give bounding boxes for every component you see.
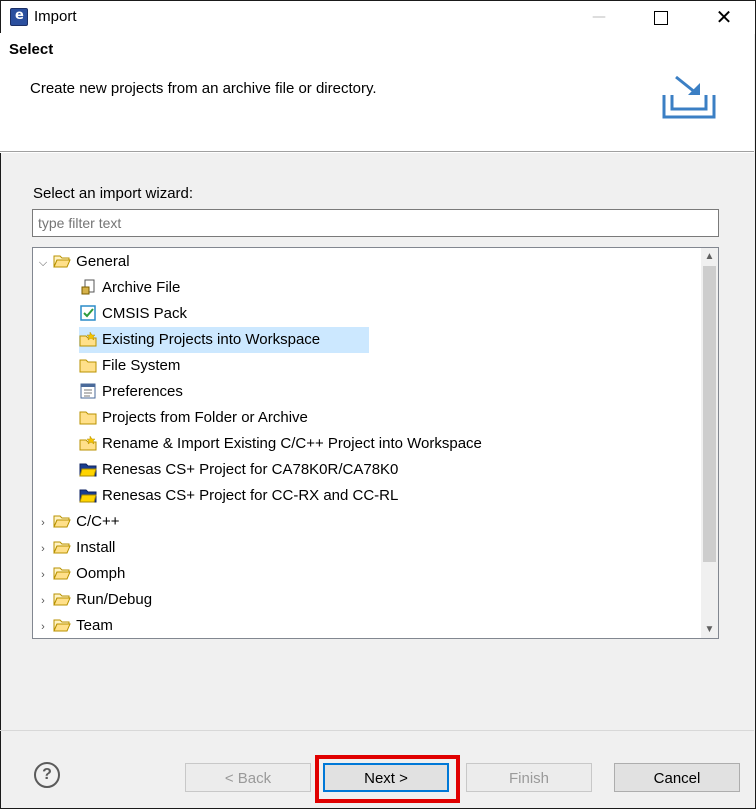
cancel-button[interactable]: Cancel bbox=[614, 763, 740, 792]
tree-item-label: Renesas CS+ Project for CC-RX and CC-RL bbox=[102, 487, 399, 504]
tree-item-archive-file[interactable]: Archive File bbox=[79, 275, 180, 301]
preferences-icon bbox=[80, 383, 96, 399]
tree-item-oomph[interactable]: › Oomph bbox=[37, 561, 125, 587]
chevron-right-icon[interactable]: › bbox=[37, 510, 49, 536]
tree-item-rename-import[interactable]: Rename & Import Existing C/C++ Project i… bbox=[79, 431, 482, 457]
tree-item-label: Run/Debug bbox=[76, 591, 153, 608]
chevron-right-icon[interactable]: › bbox=[37, 588, 49, 614]
maximize-button[interactable] bbox=[638, 1, 684, 34]
folder-icon bbox=[79, 411, 97, 425]
tree-item-renesas-ccrx[interactable]: Renesas CS+ Project for CC-RX and CC-RL bbox=[79, 483, 398, 509]
renesas-folder-icon bbox=[79, 463, 97, 477]
tree-item-label: Existing Projects into Workspace bbox=[102, 331, 321, 348]
chevron-down-icon[interactable]: ⌵ bbox=[37, 250, 49, 276]
open-folder-icon bbox=[53, 541, 71, 554]
scroll-down-icon[interactable]: ▼ bbox=[701, 621, 718, 638]
tree-item-label: Team bbox=[76, 617, 113, 634]
checkbox-checked-icon bbox=[80, 305, 96, 321]
tree-item-label: File System bbox=[102, 357, 181, 374]
chevron-right-icon[interactable]: › bbox=[37, 536, 49, 562]
tree-item-team[interactable]: › Team bbox=[37, 613, 113, 638]
tree-item-label: Install bbox=[76, 539, 116, 556]
tree-item-label: CMSIS Pack bbox=[102, 305, 188, 322]
open-folder-icon bbox=[53, 255, 71, 268]
folder-icon bbox=[79, 359, 97, 373]
tree-item-file-system[interactable]: File System bbox=[79, 353, 180, 379]
window-title: Import bbox=[34, 8, 77, 25]
eclipse-app-icon bbox=[10, 8, 28, 26]
open-folder-icon bbox=[53, 593, 71, 606]
wizard-label: Select an import wizard: bbox=[33, 185, 194, 202]
next-button-highlight bbox=[315, 755, 460, 803]
filter-input[interactable] bbox=[32, 209, 719, 237]
title-bar: Import — ✕ bbox=[1, 1, 755, 34]
tree-item-label: General bbox=[76, 253, 130, 270]
tree-item-label: Archive File bbox=[102, 279, 181, 296]
open-folder-icon bbox=[53, 515, 71, 528]
header-separator-highlight bbox=[0, 152, 754, 153]
scrollbar-thumb[interactable] bbox=[703, 266, 716, 562]
tree-scrollbar[interactable]: ▲ ▼ bbox=[701, 248, 718, 638]
chevron-right-icon[interactable]: › bbox=[37, 562, 49, 588]
tree-item-label: C/C++ bbox=[76, 513, 120, 530]
page-title: Select bbox=[9, 41, 54, 58]
tree-item-projects-from-folder[interactable]: Projects from Folder or Archive bbox=[79, 405, 308, 431]
project-folder-icon bbox=[79, 331, 97, 347]
tree-item-renesas-ca78k0[interactable]: Renesas CS+ Project for CA78K0R/CA78K0 bbox=[79, 457, 398, 483]
tree-item-run-debug[interactable]: › Run/Debug bbox=[37, 587, 152, 613]
tree-item-existing-projects[interactable]: Existing Projects into Workspace bbox=[79, 327, 369, 353]
open-folder-icon bbox=[53, 619, 71, 632]
help-icon[interactable]: ? bbox=[34, 762, 60, 788]
back-button[interactable]: < Back bbox=[185, 763, 311, 792]
close-button[interactable]: ✕ bbox=[701, 1, 747, 34]
wizard-tree[interactable]: ⌵ General Archive File CMSIS Pack Existi… bbox=[32, 247, 719, 639]
tree-item-cmsis-pack[interactable]: CMSIS Pack bbox=[79, 301, 187, 327]
finish-button[interactable]: Finish bbox=[466, 763, 592, 792]
footer-separator bbox=[0, 730, 754, 731]
chevron-right-icon[interactable]: › bbox=[37, 614, 49, 638]
tree-item-preferences[interactable]: Preferences bbox=[79, 379, 183, 405]
tree-item-label: Renesas CS+ Project for CA78K0R/CA78K0 bbox=[102, 461, 399, 478]
archive-file-icon bbox=[81, 279, 95, 295]
open-folder-icon bbox=[53, 567, 71, 580]
scroll-up-icon[interactable]: ▲ bbox=[701, 248, 718, 265]
page-description: Create new projects from an archive file… bbox=[30, 80, 377, 97]
minimize-button[interactable]: — bbox=[576, 1, 622, 34]
renesas-folder-icon bbox=[79, 489, 97, 503]
tree-item-label: Oomph bbox=[76, 565, 126, 582]
tree-item-general[interactable]: ⌵ General bbox=[37, 249, 130, 275]
maximize-icon bbox=[654, 10, 668, 25]
tree-item-cpp[interactable]: › C/C++ bbox=[37, 509, 120, 536]
tree-item-label: Preferences bbox=[102, 383, 183, 400]
project-folder-icon bbox=[79, 435, 97, 451]
tree-item-label: Projects from Folder or Archive bbox=[102, 409, 308, 426]
tree-item-install[interactable]: › Install bbox=[37, 535, 115, 561]
import-banner-icon bbox=[662, 75, 716, 119]
tree-item-label: Rename & Import Existing C/C++ Project i… bbox=[102, 435, 482, 452]
